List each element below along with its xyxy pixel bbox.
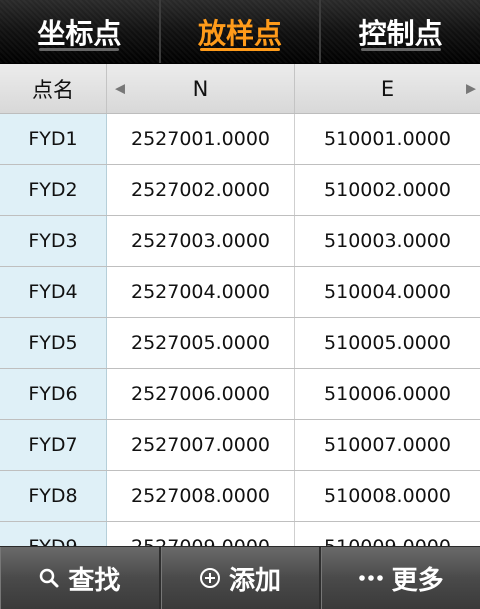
scroll-left-icon[interactable]: ◀ — [115, 81, 125, 96]
tab-control-points[interactable]: 控制点 — [321, 0, 480, 63]
northing-value: 2527008.0000 — [107, 471, 295, 521]
table-row[interactable]: FYD6 2527006.0000 510006.0000 — [0, 369, 480, 420]
tab-stakeout-points[interactable]: 放样点 — [160, 0, 322, 63]
point-name: FYD3 — [0, 216, 107, 266]
point-name: FYD4 — [0, 267, 107, 317]
add-button[interactable]: 添加 — [161, 547, 322, 609]
column-header-name[interactable]: 点名 — [0, 64, 107, 113]
point-name: FYD6 — [0, 369, 107, 419]
easting-value: 510006.0000 — [324, 383, 451, 405]
easting-value: 510008.0000 — [324, 485, 451, 507]
northing-value: 2527007.0000 — [107, 420, 295, 470]
more-button[interactable]: 更多 — [321, 547, 480, 609]
table-row[interactable]: FYD3 2527003.0000 510003.0000 — [0, 216, 480, 267]
northing-value: 2527009.0000 — [107, 522, 295, 546]
easting-value: 510004.0000 — [324, 281, 451, 303]
point-name: FYD9 — [0, 522, 107, 546]
easting-value: 510001.0000 — [324, 128, 451, 150]
table-row[interactable]: FYD5 2527005.0000 510005.0000 — [0, 318, 480, 369]
column-header-n[interactable]: ◀ N — [107, 64, 295, 113]
point-name: FYD1 — [0, 114, 107, 164]
easting-value: 510009.0000 — [295, 522, 480, 546]
points-table: 点名 ◀ N E ▶ FYD1 2527001.0000 510001.0000… — [0, 64, 480, 546]
table-row[interactable]: FYD1 2527001.0000 510001.0000 — [0, 114, 480, 165]
point-name: FYD8 — [0, 471, 107, 521]
search-icon — [38, 567, 60, 589]
northing-value: 2527003.0000 — [107, 216, 295, 266]
table-row[interactable]: FYD7 2527007.0000 510007.0000 — [0, 420, 480, 471]
easting-value: 510005.0000 — [324, 332, 451, 354]
northing-value: 2527002.0000 — [107, 165, 295, 215]
tab-label: 坐标点 — [37, 16, 122, 50]
search-label: 查找 — [68, 565, 121, 596]
table-row[interactable]: FYD8 2527008.0000 510008.0000 — [0, 471, 480, 522]
easting-value: 510002.0000 — [324, 179, 451, 201]
northing-value: 2527006.0000 — [107, 369, 295, 419]
northing-value: 2527005.0000 — [107, 318, 295, 368]
column-header-e[interactable]: E ▶ — [295, 64, 480, 113]
point-name: FYD7 — [0, 420, 107, 470]
add-icon — [199, 567, 221, 589]
tab-bar: 坐标点 放样点 控制点 — [0, 0, 480, 64]
more-label: 更多 — [391, 565, 444, 596]
point-name: FYD2 — [0, 165, 107, 215]
northing-value: 2527001.0000 — [107, 114, 295, 164]
easting-value: 510003.0000 — [324, 230, 451, 252]
northing-value: 2527004.0000 — [107, 267, 295, 317]
add-label: 添加 — [229, 565, 282, 596]
tab-coordinate-points[interactable]: 坐标点 — [0, 0, 161, 63]
tab-label: 放样点 — [198, 16, 283, 50]
more-icon — [358, 573, 384, 583]
scroll-right-icon[interactable]: ▶ — [466, 81, 476, 96]
tab-indicator — [39, 48, 120, 51]
table-row[interactable]: FYD9 2527009.0000 510009.0000 — [0, 522, 480, 546]
table-header: 点名 ◀ N E ▶ — [0, 64, 480, 114]
bottom-action-bar: 查找 添加 更多 — [0, 546, 480, 609]
search-button[interactable]: 查找 — [0, 547, 161, 609]
easting-value: 510007.0000 — [324, 434, 451, 456]
table-row[interactable]: FYD4 2527004.0000 510004.0000 — [0, 267, 480, 318]
tab-indicator — [360, 48, 441, 51]
tab-label: 控制点 — [358, 16, 443, 50]
point-name: FYD5 — [0, 318, 107, 368]
table-row[interactable]: FYD2 2527002.0000 510002.0000 — [0, 165, 480, 216]
tab-indicator — [200, 48, 280, 51]
